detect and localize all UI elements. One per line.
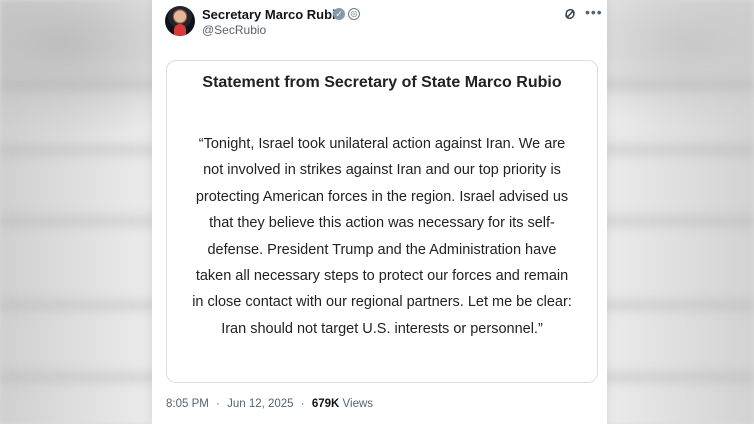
post-date[interactable]: Jun 12, 2025 — [227, 398, 294, 410]
views-label: Views — [342, 398, 374, 410]
verified-badge-icon: ✓ — [333, 8, 345, 20]
metadata-separator: · — [300, 398, 305, 410]
post-metadata: 8:05 PM · Jun 12, 2025 · 679K Views — [166, 398, 373, 410]
statement-image-card[interactable]: Statement from Secretary of State Marco … — [166, 60, 598, 383]
metadata-separator: · — [216, 398, 220, 410]
more-horizontal-icon[interactable]: ••• — [585, 4, 603, 20]
statement-title: Statement from Secretary of State Marco … — [202, 74, 562, 91]
statement-text: “Tonight, Israel took unilateral action … — [192, 136, 572, 337]
grok-icon[interactable] — [564, 8, 576, 20]
user-handle[interactable]: @SecRubio — [202, 23, 266, 37]
views-count: 679K — [311, 398, 340, 410]
tweet-card: Secretary Marco Rubio ✓ ◎ @SecRubio ••• … — [152, 0, 607, 424]
display-name[interactable]: Secretary Marco Rubio — [202, 7, 344, 22]
government-badge-icon: ◎ — [348, 8, 360, 20]
avatar[interactable] — [165, 6, 195, 36]
post-time[interactable]: 8:05 PM — [166, 398, 209, 410]
